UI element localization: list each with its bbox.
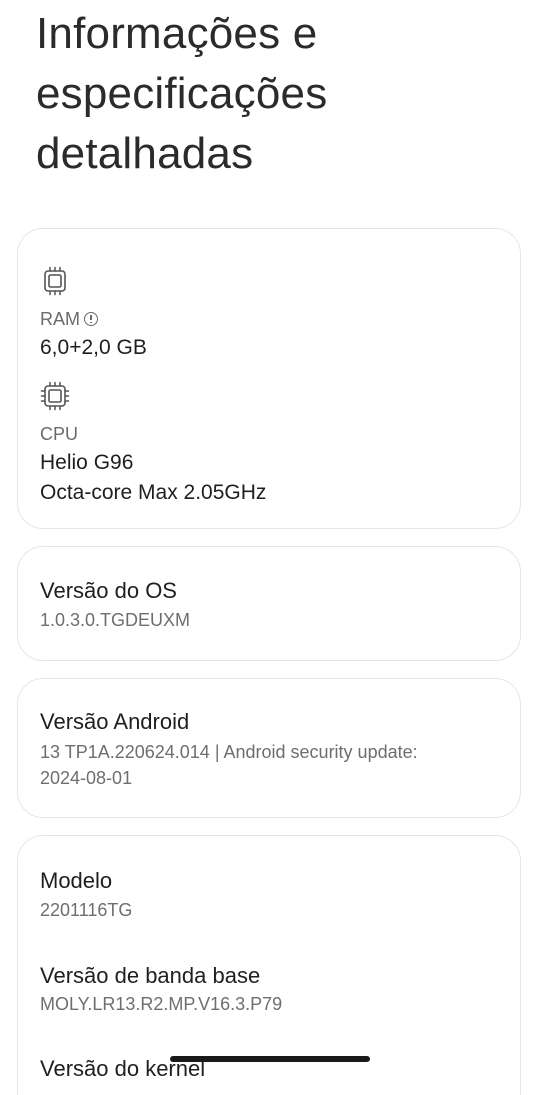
memory-chip-icon (40, 266, 70, 296)
hardware-card: RAM 6,0+2,0 GB CPU Helio G96 Octa-core M… (17, 228, 521, 529)
os-version-title: Versão do OS (40, 578, 177, 603)
ram-value: 6,0+2,0 GB (40, 336, 147, 359)
cpu-cores-value: Octa-core Max 2.05GHz (40, 481, 267, 504)
os-version-value: 1.0.3.0.TGDEUXM (40, 610, 191, 630)
ram-label: RAM (40, 309, 80, 329)
model-value: 2201116TG (40, 900, 133, 920)
android-version-title: Versão Android (40, 709, 190, 734)
android-version-value: 13 TP1A.220624.014 | Android security up… (40, 742, 418, 762)
home-indicator[interactable] (170, 1056, 370, 1062)
model-title[interactable]: Modelo (40, 867, 112, 895)
page-title: Informações e especificações detalhadas (36, 9, 328, 178)
info-icon[interactable] (84, 312, 98, 326)
cpu-model-value: Helio G96 (40, 451, 134, 474)
android-version-card[interactable]: Versão Android 13 TP1A.220624.014 | Andr… (17, 678, 521, 818)
baseband-version-value: MOLY.LR13.R2.MP.V16.3.P79 (40, 994, 283, 1014)
baseband-version-title[interactable]: Versão de banda base (40, 962, 260, 990)
security-patch-date: 2024-08-01 (40, 768, 133, 788)
os-version-card[interactable]: Versão do OS 1.0.3.0.TGDEUXM (17, 546, 521, 661)
cpu-label: CPU (40, 424, 79, 444)
processor-chip-icon (40, 381, 70, 411)
ram-label-row: RAM (40, 308, 98, 330)
